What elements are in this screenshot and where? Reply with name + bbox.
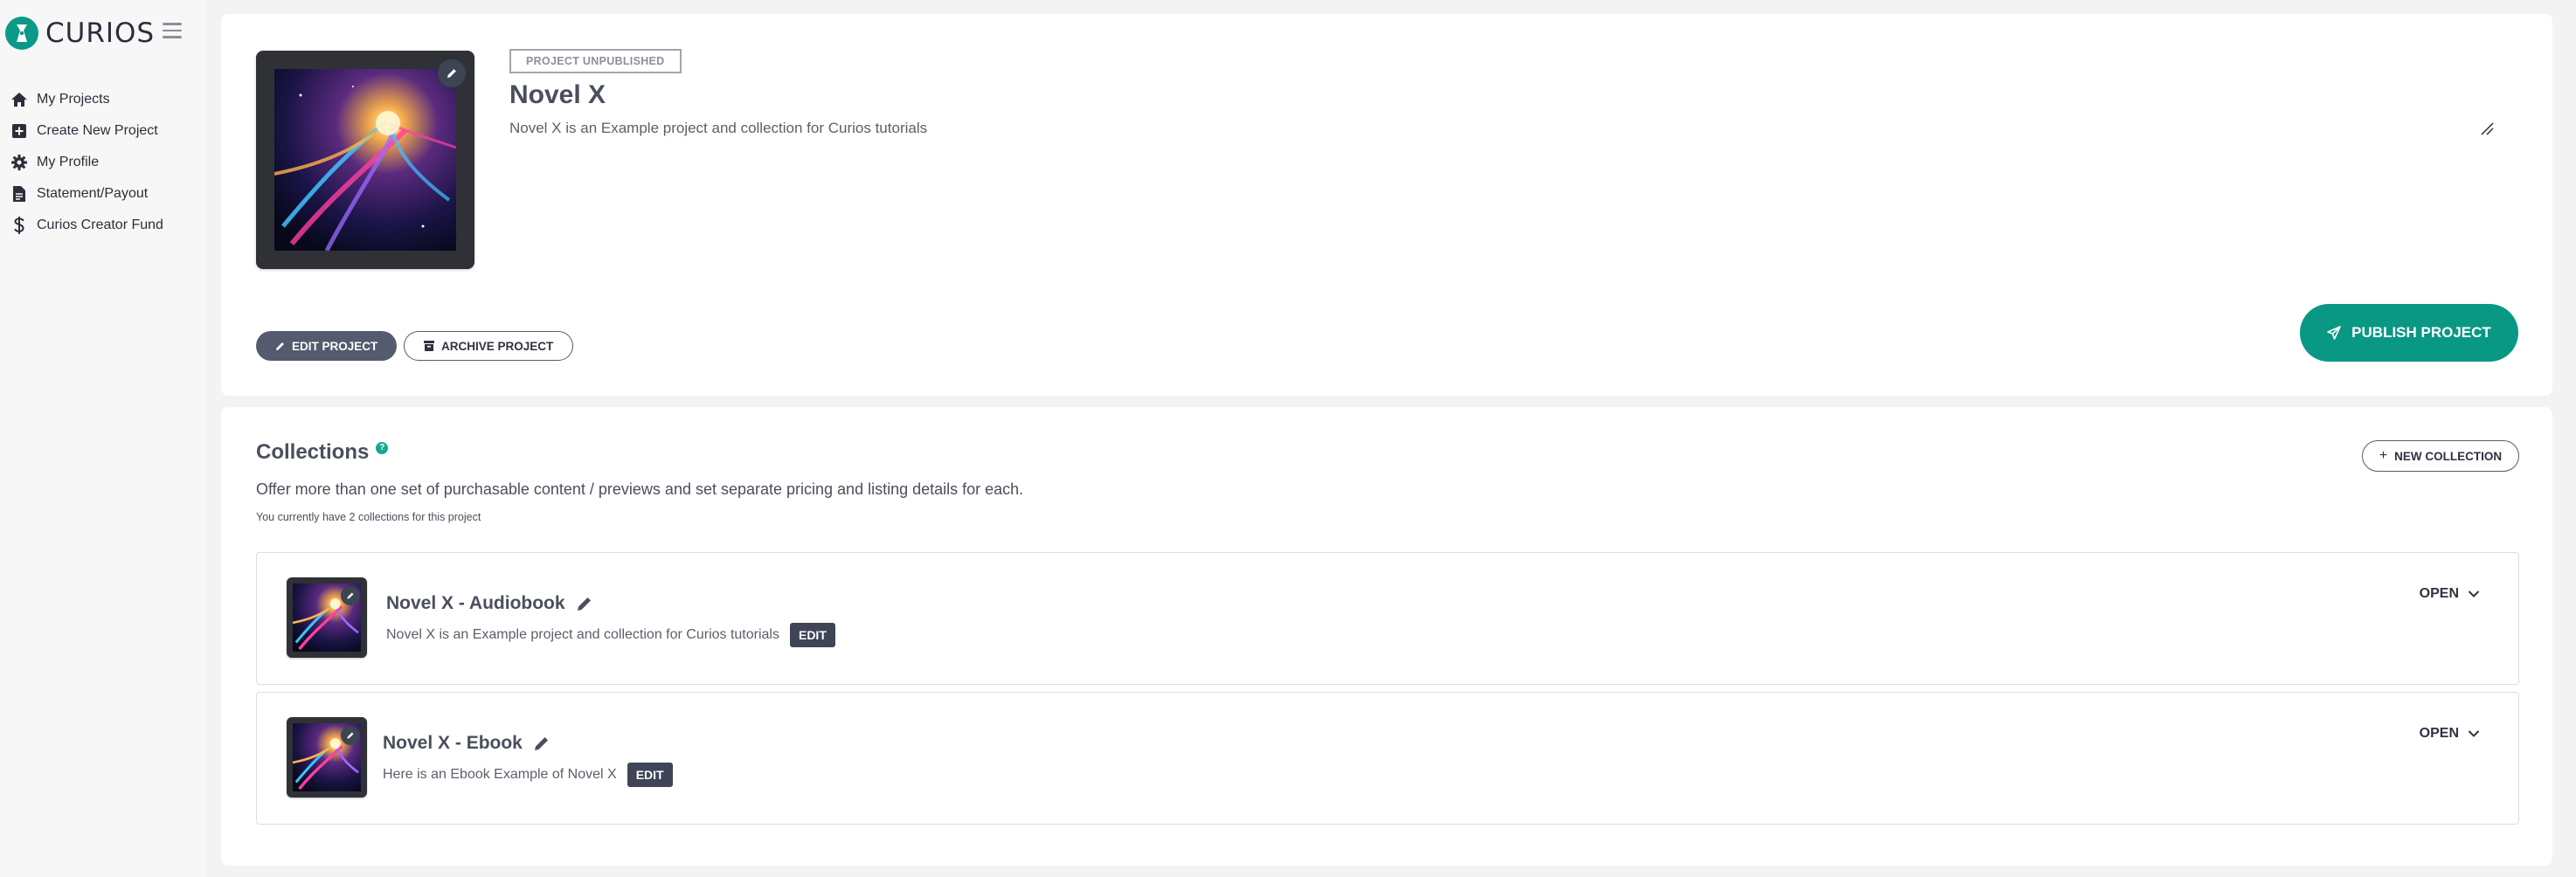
send-icon xyxy=(2327,326,2341,340)
open-collection-toggle[interactable]: OPEN xyxy=(2420,586,2480,602)
collection-title-text: Novel X - Audiobook xyxy=(386,593,565,613)
collections-count: You currently have 2 collections for thi… xyxy=(256,511,481,523)
archive-icon xyxy=(424,341,434,351)
collections-heading: Collections ? xyxy=(256,440,389,465)
project-description: Novel X is an Example project and collec… xyxy=(509,120,928,136)
menu-toggle-icon[interactable] xyxy=(163,23,182,40)
help-icon[interactable]: ? xyxy=(376,442,389,454)
pencil-icon xyxy=(276,342,284,350)
brand-name: CURIOS xyxy=(45,17,156,49)
open-label: OPEN xyxy=(2419,726,2459,741)
curios-logo-icon xyxy=(5,17,38,50)
collection-title: Novel X - Audiobook xyxy=(386,593,593,614)
edit-description-button[interactable]: EDIT xyxy=(789,623,835,647)
open-collection-toggle[interactable]: OPEN xyxy=(2420,726,2480,742)
project-card: PROJECT UNPUBLISHED Novel X Novel X is a… xyxy=(221,14,2552,396)
textarea-resize-handle-icon[interactable] xyxy=(2479,121,2495,136)
new-collection-button[interactable]: + NEW COLLECTION xyxy=(2362,440,2519,472)
plus-square-icon xyxy=(10,122,28,140)
sidebar-item-label: My Profile xyxy=(37,155,100,169)
publish-project-button[interactable]: PUBLISH PROJECT xyxy=(2300,304,2518,362)
collection-row: Novel X - Ebook Here is an Ebook Example… xyxy=(256,692,2519,825)
project-cover-image[interactable] xyxy=(256,51,474,269)
dollar-icon xyxy=(10,217,28,234)
collections-description: Offer more than one set of purchasable c… xyxy=(256,480,1024,498)
edit-description-button[interactable]: EDIT xyxy=(627,763,673,787)
sidebar-item-create-project[interactable]: Create New Project xyxy=(10,115,163,147)
home-icon xyxy=(10,91,28,108)
collections-title: Collections xyxy=(256,440,370,464)
cosmic-artwork xyxy=(274,69,456,251)
pencil-icon[interactable] xyxy=(576,595,593,612)
sidebar-item-label: Curios Creator Fund xyxy=(37,218,163,232)
sidebar-nav: My Projects Create New Project My Profil… xyxy=(10,84,163,241)
collection-title: Novel X - Ebook xyxy=(383,733,551,754)
status-badge: PROJECT UNPUBLISHED xyxy=(509,49,682,73)
archive-project-label: ARCHIVE PROJECT xyxy=(441,339,554,353)
chevron-down-icon xyxy=(2468,730,2480,737)
project-title: Novel X xyxy=(509,80,606,109)
sidebar-item-creator-fund[interactable]: Curios Creator Fund xyxy=(10,210,163,241)
sidebar-item-statement-payout[interactable]: Statement/Payout xyxy=(10,178,163,210)
edit-thumbnail-icon[interactable] xyxy=(341,586,360,605)
collection-description: Novel X is an Example project and collec… xyxy=(386,627,779,642)
collection-description-line: Novel X is an Example project and collec… xyxy=(386,623,835,647)
sidebar-item-my-projects[interactable]: My Projects xyxy=(10,84,163,115)
sidebar: CURIOS My Projects Create New Project My… xyxy=(0,0,206,877)
collection-description: Here is an Ebook Example of Novel X xyxy=(383,767,617,782)
open-label: OPEN xyxy=(2419,586,2459,601)
brand[interactable]: CURIOS xyxy=(5,17,155,50)
sidebar-item-label: Create New Project xyxy=(37,123,158,138)
document-icon xyxy=(10,185,28,203)
edit-cover-icon[interactable] xyxy=(438,59,466,87)
plus-icon: + xyxy=(2379,448,2388,463)
collections-card: Collections ? + NEW COLLECTION Offer mor… xyxy=(221,407,2552,866)
new-collection-label: NEW COLLECTION xyxy=(2394,449,2503,463)
edit-thumbnail-icon[interactable] xyxy=(341,726,360,745)
collection-thumbnail[interactable] xyxy=(287,577,367,658)
sidebar-item-my-profile[interactable]: My Profile xyxy=(10,147,163,178)
publish-project-label: PUBLISH PROJECT xyxy=(2351,324,2491,341)
chevron-down-icon xyxy=(2468,590,2480,597)
pencil-icon[interactable] xyxy=(533,735,551,752)
sidebar-item-label: My Projects xyxy=(37,92,110,107)
sidebar-item-label: Statement/Payout xyxy=(37,186,149,201)
gear-icon xyxy=(10,154,28,171)
archive-project-button[interactable]: ARCHIVE PROJECT xyxy=(404,331,574,361)
collection-row: Novel X - Audiobook Novel X is an Exampl… xyxy=(256,552,2519,685)
edit-project-label: EDIT PROJECT xyxy=(292,339,378,353)
collection-description-line: Here is an Ebook Example of Novel X EDIT xyxy=(383,763,673,787)
edit-project-button[interactable]: EDIT PROJECT xyxy=(256,331,398,361)
collection-thumbnail[interactable] xyxy=(287,717,367,798)
collection-title-text: Novel X - Ebook xyxy=(383,733,523,753)
